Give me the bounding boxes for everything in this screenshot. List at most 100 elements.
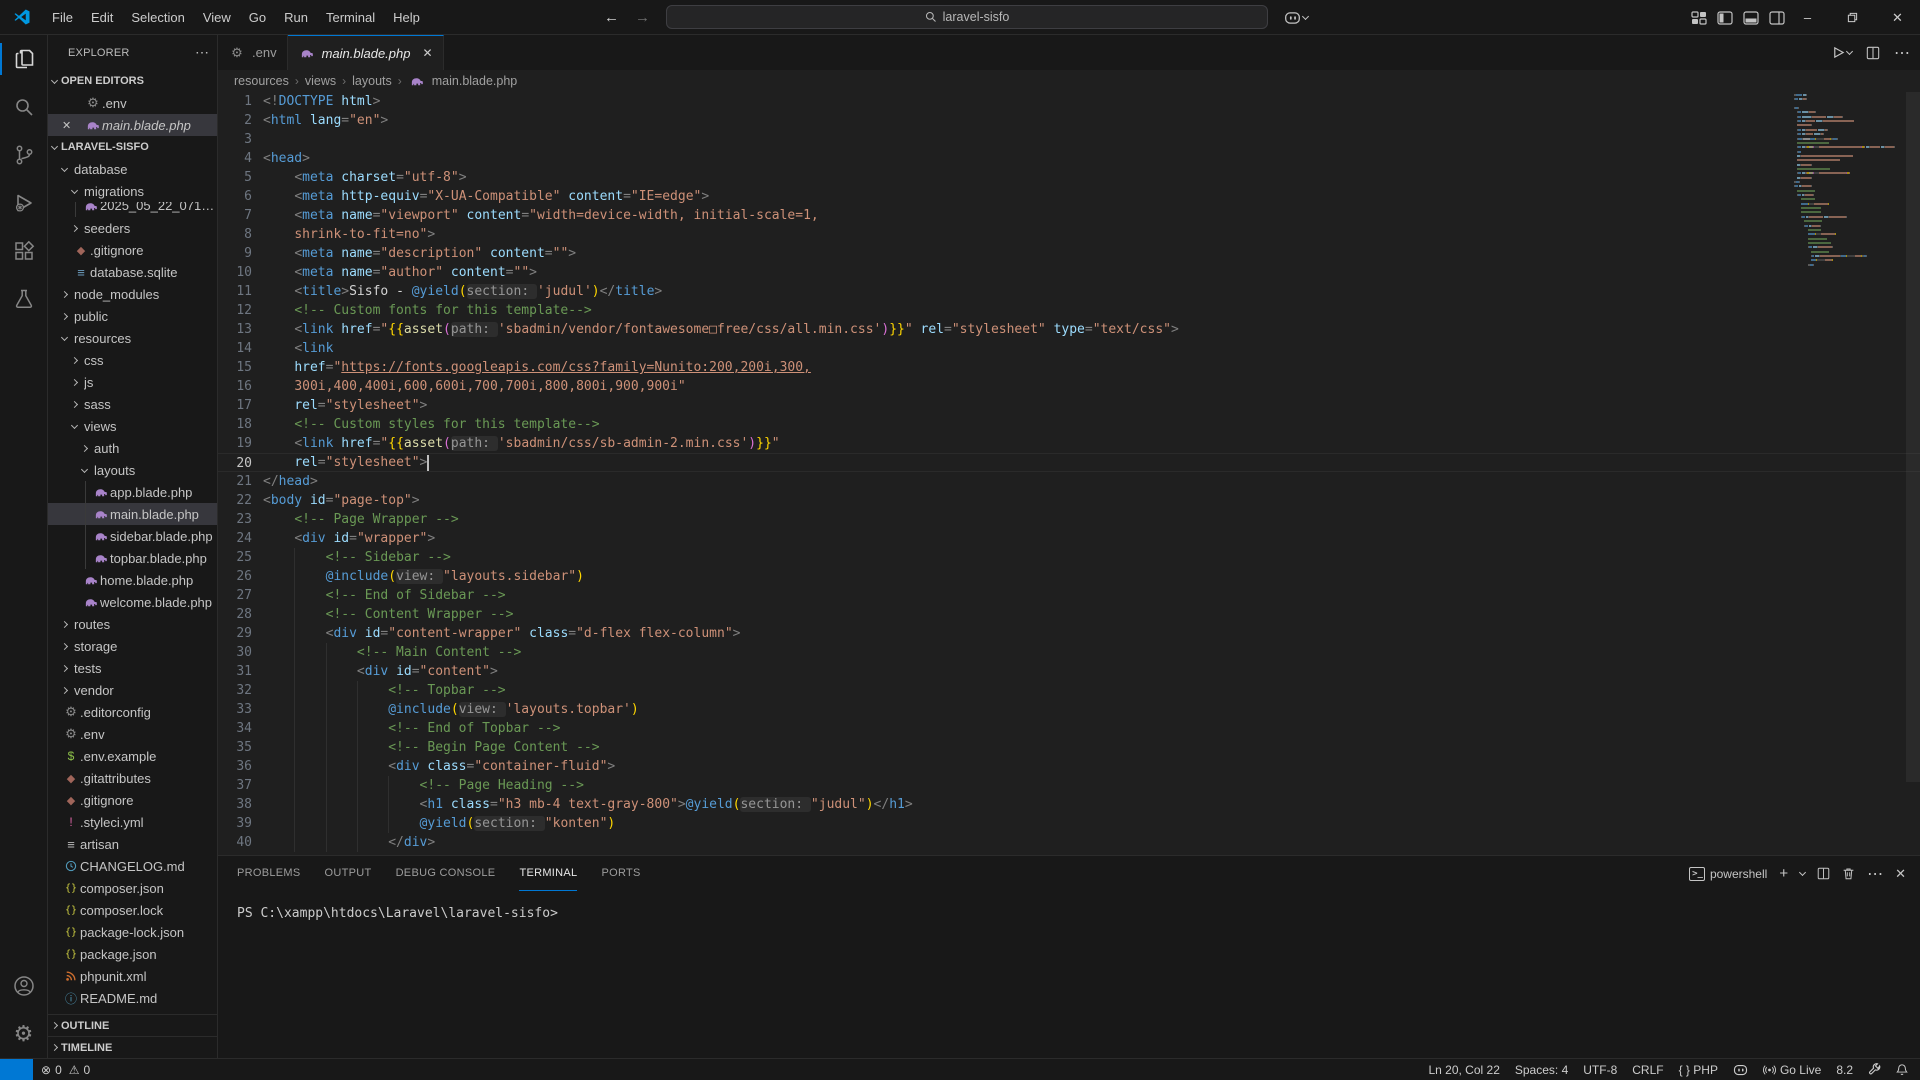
code-line[interactable]: 31 <div id="content"> <box>218 662 1920 681</box>
code-line[interactable]: 8 shrink-to-fit=no"> <box>218 225 1920 244</box>
tree-file-topbar-blade-php[interactable]: topbar.blade.php <box>48 547 217 569</box>
tree-file-home-blade-php[interactable]: home.blade.php <box>48 569 217 591</box>
tree-file-welcome-blade-php[interactable]: welcome.blade.php <box>48 591 217 613</box>
tree-file--styleci-yml[interactable]: !.styleci.yml <box>48 811 217 833</box>
toggle-secondary-sidebar-icon[interactable] <box>1769 11 1785 25</box>
tree-file-phpunit-xml[interactable]: phpunit.xml <box>48 965 217 987</box>
code-line[interactable]: 19 <link href="{{asset(path: 'sbadmin/cs… <box>218 434 1920 453</box>
split-editor-icon[interactable] <box>1866 46 1880 60</box>
tree-file-package-json[interactable]: {}package.json <box>48 943 217 965</box>
code-line[interactable]: 17 rel="stylesheet"> <box>218 396 1920 415</box>
tree-folder-routes[interactable]: routes <box>48 613 217 635</box>
tree-folder-auth[interactable]: auth <box>48 437 217 459</box>
close-editor-icon[interactable]: ✕ <box>62 119 84 132</box>
panel-more-actions-icon[interactable]: ⋯ <box>1867 864 1883 884</box>
tree-folder-resources[interactable]: resources <box>48 327 217 349</box>
status-indentation[interactable]: Spaces: 4 <box>1515 1063 1568 1077</box>
activity-account-icon[interactable] <box>0 962 47 1010</box>
breadcrumb-item[interactable]: layouts <box>352 74 392 88</box>
editor-more-actions-icon[interactable]: ⋯ <box>1894 43 1910 63</box>
tree-file-2025-05-22-07193-[interactable]: 2025_05_22_07193... <box>48 202 217 217</box>
copilot-menu[interactable] <box>1284 11 1308 25</box>
panel-tab-ports[interactable]: PORTS <box>601 856 640 891</box>
code-line[interactable]: 13 <link href="{{asset(path: 'sbadmin/ve… <box>218 320 1920 339</box>
close-tab-icon[interactable]: ✕ <box>422 46 432 60</box>
status-tools[interactable] <box>1868 1063 1881 1076</box>
code-line[interactable]: 36 <div class="container-fluid"> <box>218 757 1920 776</box>
code-line[interactable]: 38 <h1 class="h3 mb-4 text-gray-800">@yi… <box>218 795 1920 814</box>
code-line[interactable]: 16 300i,400,400i,600,600i,700,700i,800,8… <box>218 377 1920 396</box>
customize-layout-icon[interactable] <box>1691 11 1707 25</box>
status-php-version[interactable]: 8.2 <box>1836 1063 1853 1077</box>
code-line[interactable]: 23 <!-- Page Wrapper --> <box>218 510 1920 529</box>
breadcrumb-item[interactable]: main.blade.php <box>432 74 517 88</box>
code-line[interactable]: 26 @include(view: "layouts.sidebar") <box>218 567 1920 586</box>
breadcrumb-item[interactable]: views <box>305 74 336 88</box>
code-line[interactable]: 32 <!-- Topbar --> <box>218 681 1920 700</box>
code-line[interactable]: 39 @yield(section: "konten") <box>218 814 1920 833</box>
panel-tab-problems[interactable]: PROBLEMS <box>237 856 301 891</box>
open-editor-item[interactable]: ✕main.blade.php <box>48 114 217 136</box>
menu-terminal[interactable]: Terminal <box>317 0 384 35</box>
tree-folder-public[interactable]: public <box>48 305 217 327</box>
code-line[interactable]: 18 <!-- Custom styles for this template-… <box>218 415 1920 434</box>
forward-icon[interactable]: → <box>635 9 650 26</box>
menu-edit[interactable]: Edit <box>82 0 122 35</box>
code-line[interactable]: 34 <!-- End of Topbar --> <box>218 719 1920 738</box>
tree-folder-tests[interactable]: tests <box>48 657 217 679</box>
tree-folder-js[interactable]: js <box>48 371 217 393</box>
code-line[interactable]: 29 <div id="content-wrapper" class="d-fl… <box>218 624 1920 643</box>
code-line[interactable]: 24 <div id="wrapper"> <box>218 529 1920 548</box>
tree-folder-views[interactable]: views <box>48 415 217 437</box>
activity-search-icon[interactable] <box>0 83 47 131</box>
code-line[interactable]: 2<html lang="en"> <box>218 111 1920 130</box>
tree-file--gitignore[interactable]: ◆.gitignore <box>48 789 217 811</box>
status-go-live[interactable]: Go Live <box>1763 1063 1821 1077</box>
tree-file-readme-md[interactable]: ⓘREADME.md <box>48 987 217 1009</box>
tree-file-package-lock-json[interactable]: {}package-lock.json <box>48 921 217 943</box>
tree-folder-migrations[interactable]: migrations <box>48 180 217 202</box>
tree-file-app-blade-php[interactable]: app.blade.php <box>48 481 217 503</box>
activity-settings-icon[interactable]: ⚙ <box>0 1010 47 1058</box>
tree-file--editorconfig[interactable]: ⚙.editorconfig <box>48 701 217 723</box>
tree-folder-vendor[interactable]: vendor <box>48 679 217 701</box>
activity-extensions-icon[interactable] <box>0 227 47 275</box>
toggle-sidebar-icon[interactable] <box>1717 11 1733 25</box>
editor-scrollbar[interactable] <box>1906 92 1920 782</box>
open-editor-item[interactable]: ⚙.env <box>48 92 217 114</box>
code-line[interactable]: 21</head> <box>218 472 1920 491</box>
status-copilot[interactable] <box>1733 1064 1748 1076</box>
tree-folder-sass[interactable]: sass <box>48 393 217 415</box>
code-editor[interactable]: 1<!DOCTYPE html>2<html lang="en">34<head… <box>218 92 1920 855</box>
tree-file-sidebar-blade-php[interactable]: sidebar.blade.php <box>48 525 217 547</box>
menu-help[interactable]: Help <box>384 0 429 35</box>
code-line[interactable]: 30 <!-- Main Content --> <box>218 643 1920 662</box>
run-code-button[interactable] <box>1832 46 1852 59</box>
panel-tab-terminal[interactable]: TERMINAL <box>519 856 577 891</box>
code-line[interactable]: 3 <box>218 130 1920 149</box>
timeline-header[interactable]: TIMELINE <box>48 1036 217 1058</box>
code-line[interactable]: 25 <!-- Sidebar --> <box>218 548 1920 567</box>
tree-file--gitignore[interactable]: ◆.gitignore <box>48 239 217 261</box>
menu-view[interactable]: View <box>194 0 240 35</box>
status-encoding[interactable]: UTF-8 <box>1583 1063 1617 1077</box>
problems-indicator[interactable]: ⊗0 ⚠0 <box>41 1063 90 1077</box>
panel-tab-output[interactable]: OUTPUT <box>325 856 372 891</box>
tree-folder-database[interactable]: database <box>48 158 217 180</box>
minimap[interactable] <box>1794 94 1906 855</box>
code-line[interactable]: 35 <!-- Begin Page Content --> <box>218 738 1920 757</box>
terminal-dropdown-icon[interactable] <box>1799 869 1806 876</box>
menu-run[interactable]: Run <box>275 0 317 35</box>
tree-folder-css[interactable]: css <box>48 349 217 371</box>
terminal-shell-item[interactable]: >_ powershell <box>1689 867 1767 881</box>
code-line[interactable]: 40 </div> <box>218 833 1920 852</box>
tree-folder-layouts[interactable]: layouts <box>48 459 217 481</box>
status-eol[interactable]: CRLF <box>1632 1063 1663 1077</box>
code-line[interactable]: 22<body id="page-top"> <box>218 491 1920 510</box>
menu-selection[interactable]: Selection <box>122 0 193 35</box>
code-line[interactable]: 27 <!-- End of Sidebar --> <box>218 586 1920 605</box>
activity-source-control-icon[interactable] <box>0 131 47 179</box>
open-editors-header[interactable]: OPEN EDITORS <box>48 70 217 92</box>
code-line[interactable]: 37 <!-- Page Heading --> <box>218 776 1920 795</box>
split-terminal-icon[interactable] <box>1817 867 1830 880</box>
